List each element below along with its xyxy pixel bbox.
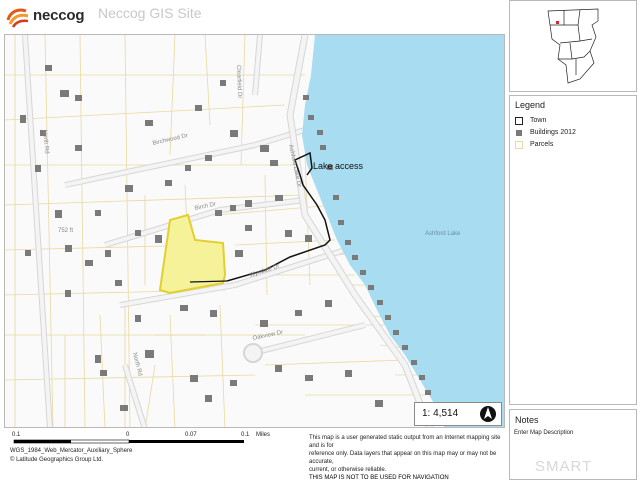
north-arrow-icon: [480, 406, 496, 422]
notes-title: Notes: [515, 415, 539, 425]
disclaimer-line-3: current, or otherwise reliable.: [309, 467, 387, 473]
neccog-logo-icon: [6, 8, 29, 28]
legend-item-buildings: Buildings 2012: [515, 127, 576, 138]
map-canvas[interactable]: Lake access Ashford Lake North Rd North …: [5, 35, 505, 428]
header: neccog Neccog GIS Site: [0, 0, 505, 34]
site-title: Neccog GIS Site: [98, 5, 202, 21]
smart-watermark: SMART: [535, 458, 593, 475]
map-view[interactable]: Lake access Ashford Lake North Rd North …: [4, 34, 505, 428]
notes-text: Enter Map Description: [514, 430, 574, 436]
legend-label-town: Town: [530, 117, 547, 124]
legend-label-parcels: Parcels: [530, 141, 554, 148]
disclaimer-line-1: This map is a user generated static outp…: [309, 435, 501, 449]
logo-text: neccog: [33, 7, 85, 24]
scale-tick-2: 0.07: [185, 432, 197, 438]
map-scale-text: 1: 4,514: [422, 408, 459, 419]
clearfield-dr-label: Clearfield Dr: [235, 65, 242, 99]
legend-item-town: Town: [515, 115, 546, 126]
map-scale-box: 1: 4,514: [414, 402, 502, 426]
disclaimer-line-2: reference only. Data layers that appear …: [309, 451, 497, 465]
north-rd-label: North Rd: [41, 130, 49, 155]
scale-unit: Miles: [256, 432, 271, 438]
disclaimer-line-4: THIS MAP IS NOT TO BE USED FOR NAVIGATIO…: [309, 475, 449, 481]
overview-map-graphic: [547, 8, 599, 84]
north-rd-lower-label: North Rd: [131, 352, 143, 377]
ashford-lake-label: Ashford Lake: [425, 231, 461, 237]
scale-tick-1: 0: [126, 432, 130, 438]
legend-title: Legend: [515, 100, 546, 110]
town-boundaries: [547, 8, 599, 84]
neccog-logo[interactable]: neccog: [6, 4, 86, 28]
disclaimer: This map is a user generated static outp…: [309, 434, 509, 482]
attribution-text: © Latitude Geographics Group Ltd.: [10, 457, 104, 463]
projection-text: WGS_1984_Web_Mercator_Auxiliary_Sphere: [10, 448, 133, 454]
location-marker: [556, 21, 559, 24]
building-swatch: [516, 129, 522, 136]
legend-panel: Legend Town Buildings 2012 Parcels: [509, 95, 637, 405]
parcel-swatch: [515, 140, 523, 149]
scale-tick-0: 0.1: [12, 432, 21, 438]
overview-map[interactable]: [509, 0, 637, 92]
town-outline-swatch: [515, 116, 523, 125]
map-footer: 0.1 0 0.07 0.1 Miles WGS_1984_Web_Mercat…: [4, 430, 509, 482]
legend-label-buildings: Buildings 2012: [530, 129, 576, 136]
scale-tick-3: 0.1: [241, 432, 250, 438]
oakview-dr-label: Oakview Dr: [252, 330, 284, 342]
lake-access-label: Lake access: [313, 161, 364, 171]
legend-item-parcels: Parcels: [515, 139, 553, 150]
elevation-label: 752 ft: [58, 228, 73, 234]
